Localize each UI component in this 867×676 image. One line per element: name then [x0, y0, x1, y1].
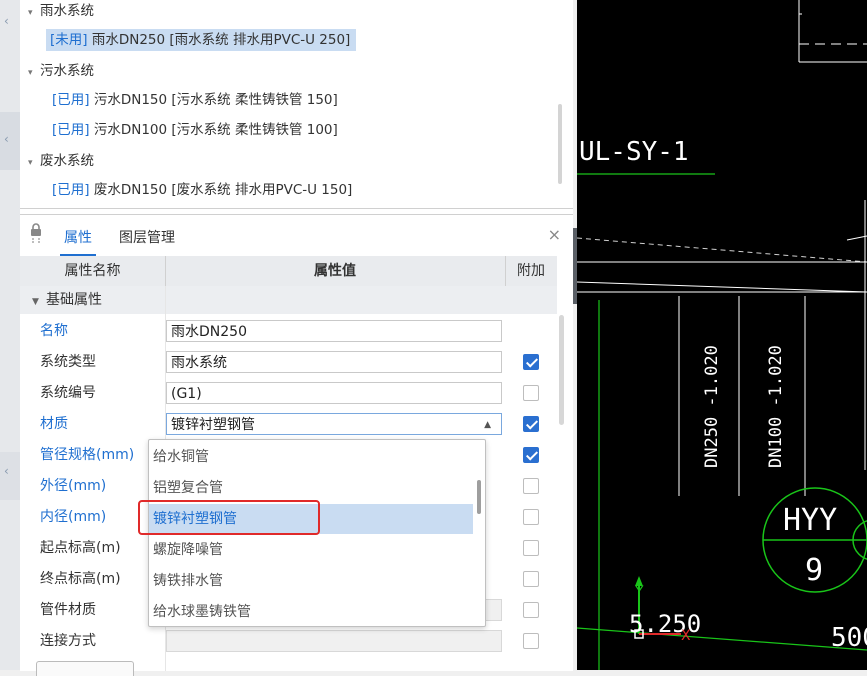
triangle-down-icon[interactable]: ▼	[32, 288, 46, 316]
property-label: 系统类型	[40, 354, 96, 370]
property-value: 雨水DN250	[171, 324, 247, 340]
attribute-table-header: 属性名称 属性值 附加	[20, 256, 557, 287]
extra-checkbox[interactable]	[523, 633, 539, 649]
property-value: 镀锌衬塑钢管	[171, 417, 255, 433]
tree-group[interactable]: ▾ 污水系统	[28, 60, 94, 82]
property-row: 名称 雨水DN250	[20, 316, 557, 347]
tree-item[interactable]: [已用] 废水DN150 [废水系统 排水用PVC-U 150]	[52, 179, 352, 201]
cad-label-dn250: DN250 -1.020	[702, 345, 722, 468]
tree-scrollbar[interactable]	[558, 104, 562, 184]
expand-arrow-icon[interactable]: ▾	[28, 2, 40, 24]
material-option[interactable]: 螺旋降噪管	[149, 535, 473, 565]
extra-checkbox[interactable]	[523, 354, 539, 370]
extra-checkbox[interactable]	[523, 447, 539, 463]
column-header-name: 属性名称	[20, 256, 166, 286]
ucs-x-label: X	[681, 628, 691, 644]
property-value-field[interactable]: 雨水系统	[166, 351, 502, 373]
tree-group[interactable]: ▾ 废水系统	[28, 150, 94, 172]
tree-item-label: 污水DN150 [污水系统 柔性铸铁管 150]	[89, 92, 338, 108]
property-value-field[interactable]: (G1)	[166, 382, 502, 404]
property-row: 系统类型 雨水系统	[20, 347, 557, 378]
usage-tag: [已用]	[52, 92, 90, 108]
usage-tag: [已用]	[52, 182, 90, 198]
extra-checkbox[interactable]	[523, 416, 539, 432]
section-title: 基础属性	[46, 292, 102, 308]
tree-group-label: 废水系统	[40, 153, 94, 169]
properties-scrollbar[interactable]	[559, 315, 564, 425]
extra-checkbox[interactable]	[523, 478, 539, 494]
left-collapse-strip: ‹ ‹ ‹	[0, 0, 21, 670]
tree-item-label: 雨水DN250 [雨水系统 排水用PVC-U 250]	[87, 32, 351, 48]
property-row: 材质 镀锌衬塑钢管 ▲	[20, 409, 557, 440]
tree-item-label: 污水DN100 [污水系统 柔性铸铁管 100]	[89, 122, 338, 138]
usage-tag: [未用]	[50, 32, 88, 48]
property-label: 管径规格(mm)	[40, 447, 135, 463]
tree-item[interactable]: [已用] 污水DN150 [污水系统 柔性铸铁管 150]	[52, 89, 338, 111]
expand-arrow-icon[interactable]: ▾	[28, 152, 40, 174]
property-label: 名称	[40, 323, 68, 339]
tree-item[interactable]: [未用] 雨水DN250 [雨水系统 排水用PVC-U 250]	[46, 29, 357, 51]
extra-checkbox[interactable]	[523, 540, 539, 556]
pipe-type-tree: ▾ 雨水系统 [未用] 雨水DN250 [雨水系统 排水用PVC-U 250] ▾ 污水…	[20, 0, 573, 209]
property-label: 管件材质	[40, 602, 96, 618]
ucs-y-label: Y	[634, 584, 644, 600]
cad-label-dn100: DN100 -1.020	[766, 345, 786, 468]
extra-checkbox[interactable]	[523, 571, 539, 587]
column-header-value: 属性值	[165, 256, 506, 286]
chevron-left-icon[interactable]: ‹	[4, 132, 9, 146]
tree-group-label: 污水系统	[40, 63, 94, 79]
usage-tag: [已用]	[52, 122, 90, 138]
tab-properties[interactable]: 属性	[60, 227, 96, 256]
material-option[interactable]: 给水铜管	[149, 442, 473, 472]
property-row: 连接方式	[20, 626, 557, 657]
tree-item[interactable]: [已用] 污水DN100 [污水系统 柔性铸铁管 100]	[52, 119, 338, 141]
tab-layer-management[interactable]: 图层管理	[119, 227, 175, 247]
chevron-left-icon[interactable]: ‹	[4, 14, 9, 28]
property-label: 系统编号	[40, 385, 96, 401]
cad-label-500: 500	[831, 623, 867, 653]
cad-label-pipe-id: UL-SY-1	[579, 137, 689, 167]
property-value: 雨水系统	[171, 355, 227, 371]
dropdown-caret-icon[interactable]: ▲	[484, 414, 491, 436]
property-value: (G1)	[171, 386, 202, 402]
property-label: 终点标高(m)	[40, 571, 121, 587]
expand-arrow-icon[interactable]: ▾	[28, 62, 40, 84]
tree-group-label: 雨水系统	[40, 3, 94, 19]
cad-canvas[interactable]: UL-SY-1 DN250 -1.020 DN100 -1.020 HYY 9 …	[577, 0, 867, 670]
tree-group[interactable]: ▾ 雨水系统	[28, 0, 94, 22]
property-row: 系统编号 (G1)	[20, 378, 557, 409]
tree-item-label: 废水DN150 [废水系统 排水用PVC-U 150]	[89, 182, 353, 198]
property-label: 连接方式	[40, 633, 96, 649]
extra-checkbox[interactable]	[523, 509, 539, 525]
property-label: 外径(mm)	[40, 478, 107, 494]
property-label: 材质	[40, 416, 68, 432]
lock-icon[interactable]	[30, 223, 42, 243]
strip-highlight	[0, 112, 20, 170]
cad-label-hyy: HYY	[783, 503, 837, 538]
material-option[interactable]: 铝塑复合管	[149, 473, 473, 503]
material-select[interactable]: 镀锌衬塑钢管 ▲	[166, 413, 502, 435]
chevron-left-icon[interactable]: ‹	[4, 464, 9, 478]
cad-label-9: 9	[805, 553, 823, 588]
property-label: 起点标高(m)	[40, 540, 121, 556]
dropdown-scrollbar[interactable]	[477, 480, 481, 514]
close-icon[interactable]: ×	[548, 225, 561, 244]
material-option[interactable]: 给水球墨铸铁管	[149, 597, 473, 626]
highlight-box	[138, 500, 320, 535]
extra-checkbox[interactable]	[523, 602, 539, 618]
bottom-button[interactable]	[36, 661, 134, 676]
tab-bar: 属性 图层管理 ×	[20, 215, 573, 256]
property-label: 内径(mm)	[40, 509, 107, 525]
material-option[interactable]: 铸铁排水管	[149, 566, 473, 596]
property-value-field[interactable]: 雨水DN250	[166, 320, 502, 342]
column-header-extra: 附加	[517, 263, 545, 279]
extra-checkbox[interactable]	[523, 385, 539, 401]
section-basic-attributes[interactable]: ▼ 基础属性	[20, 286, 557, 314]
cad-drawing: UL-SY-1 DN250 -1.020 DN100 -1.020 HYY 9 …	[577, 0, 867, 670]
strip-highlight	[0, 452, 20, 500]
property-value-field[interactable]	[166, 630, 502, 652]
